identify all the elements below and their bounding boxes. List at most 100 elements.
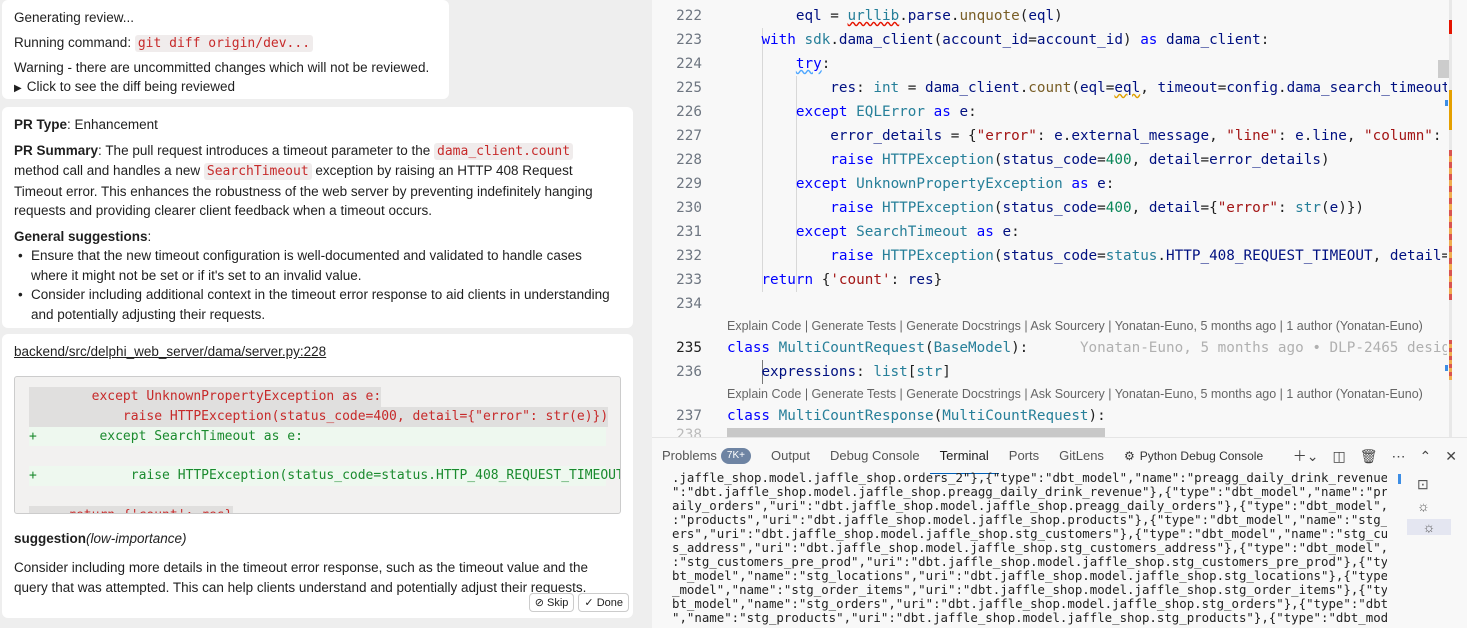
code-line: 234 [676,296,702,312]
code-line: 231 except SearchTimeout as e: [676,224,1020,240]
pr-summary-label: PR Summary [14,142,99,158]
bottom-panel: Problems 7K+ Output Debug Console Termina… [652,437,1467,628]
diff-toggle-label: Click to see the diff being reviewed [26,79,236,94]
tab-label: Ports [1008,448,1040,463]
code-line: 238 [676,428,702,437]
code-editor[interactable]: 222 eql = urllib.parse.unquote(eql) 223 … [652,0,1467,437]
diff-line: + raise HTTPException(status_code=status… [29,466,620,486]
pr-summary-card: PR Type: Enhancement PR Summary: The pul… [2,107,633,328]
skip-button[interactable]: ⊘ Skip [528,593,575,612]
code-line: 227 error_details = {"error": e.external… [676,128,1442,144]
ruler-marker [1449,20,1452,34]
warning-text: Warning - there are uncommitted changes … [14,60,430,75]
tab-label: GitLens [1059,448,1104,463]
pr-type-label: PR Type [14,117,68,132]
tab-label: Debug Console [830,448,920,463]
terminal-line: ","name":"stg_products","uri":"dbt.jaffl… [672,610,1387,625]
status-text: Generating review... [14,10,135,25]
tab-label: Output [771,448,811,463]
code-line: 229 except UnknownPropertyException as e… [676,176,1115,192]
terminal-scrollbar[interactable] [1398,474,1401,484]
suggestion-body: Consider including more details in the t… [14,560,589,595]
code-line: 222 eql = urllib.parse.unquote(eql) [676,8,1063,24]
trash-icon[interactable]: 🗑 [1360,448,1378,465]
bug-icon: ⚙ [1123,449,1135,463]
tab-label: Terminal [939,447,989,463]
diff-line: raise HTTPException(status_code=400, det… [29,406,609,427]
codelens[interactable]: Explain Code | Generate Tests | Generate… [727,316,1423,336]
review-pane: Generating review... Running command: gi… [0,0,652,628]
terminal-line: bt_model","name":"stg_orders","uri":"dbt… [672,596,1387,611]
ruler-marker [1445,365,1448,371]
blame-annotation: Yonatan-Euno, 5 months ago • DLP-2465 de… [1079,340,1447,356]
code-line: 235 class MultiCountRequest(BaseModel): Y… [652,336,1447,360]
terminal-icon[interactable]: ⊡ [1417,476,1429,493]
done-button[interactable]: ✓ Done [578,593,629,612]
terminal-line: ":"dbt.jaffle_shop.model.jaffle_shop.pre… [672,484,1387,499]
code-line: 225 res: int = dama_client.count(eql=eql… [676,80,1447,96]
terminal-line: .jaffle_shop.model.jaffle_shop.orders_2"… [672,471,1387,485]
debug-select-label: Python Debug Console [1139,449,1264,463]
ruler-marker [1445,100,1448,106]
skip-icon: ⊘ [534,597,544,609]
tab-ports[interactable]: Ports [999,438,1049,474]
tab-terminal[interactable]: Terminal [929,438,999,474]
summary-code-2: SearchTimeout [203,163,312,180]
list-item: Consider including additional context in… [18,285,621,324]
tab-gitlens[interactable]: GitLens [1049,438,1114,474]
diff-code-block: except UnknownPropertyException as e: ra… [14,376,621,514]
tab-problems[interactable]: Problems 7K+ [652,438,761,474]
diff-line: return {'count': res} [29,505,233,513]
pr-summary: PR Summary: The pull request introduces … [14,142,593,218]
chevron-up-icon[interactable]: ⌃ [1420,448,1432,465]
tab-label: Problems [662,448,717,463]
running-command: Running command: git diff origin/dev... [14,30,437,55]
close-icon[interactable]: ✕ [1445,448,1457,465]
code-line: 226 except EQLError as e: [676,104,977,120]
suggestion-label: suggestion [14,531,87,546]
tab-debug-console[interactable]: Debug Console [820,438,930,474]
check-icon: ✓ [584,597,594,609]
code-line: 223 with sdk.dama_client(account_id=acco… [676,32,1270,48]
add-terminal-icon[interactable]: ＋⌄ [1293,446,1319,466]
disclosure-triangle-icon: ▶ [14,83,22,94]
code-line: 228 raise HTTPException(status_code=400,… [676,152,1330,168]
ruler-marker [1449,90,1452,130]
pr-type: PR Type: Enhancement [14,117,158,132]
terminal-line: :"products","uri":"dbt.jaffle_shop.model… [672,512,1387,527]
pr-type-value: Enhancement [74,117,158,132]
skip-label: Skip [547,597,569,609]
code-line: 233 return {'count': res} [676,272,943,288]
debug-icon[interactable]: ☼ [1417,498,1430,514]
running-label: Running command: [14,35,132,50]
code-line: 232 raise HTTPException(status_code=stat… [676,248,1447,264]
tab-output[interactable]: Output [761,438,820,474]
debug-console-select[interactable]: ⚙ Python Debug Console [1114,438,1273,474]
summary-code-1: dama_client.count [434,142,574,160]
code-line: 224 try: [676,56,831,72]
suggestion-importance: (low-importance) [86,531,187,546]
done-label: Done [596,597,623,609]
diff-line: except UnknownPropertyException as e: [29,387,382,407]
diff-toggle[interactable]: ▶ Click to see the diff being reviewed [14,80,437,96]
ruler-marker [1449,340,1452,380]
debug-icon[interactable]: ☼ [1407,519,1451,535]
terminal-line: aily_orders","uri":"dbt.jaffle_shop.mode… [672,498,1387,513]
code-line: 236 expressions: list[str] [676,364,951,380]
terminal-line: _model","name":"stg_order_items","uri":"… [672,582,1387,597]
code-line: 237 class MultiCountResponse(MultiCountRe… [676,408,1106,424]
command-code: git diff origin/dev... [134,35,314,52]
codelens[interactable]: Explain Code | Generate Tests | Generate… [727,384,1423,404]
more-icon[interactable]: ⋯ [1392,448,1406,465]
suggestion-title: suggestion(low-importance) [14,530,621,548]
general-label: General suggestions [14,228,148,244]
summary-text-1: The pull request introduces a timeout pa… [105,142,431,158]
suggestions-list: Ensure that the new timeout configuratio… [18,246,621,324]
terminal-line: s_address","uri":"dbt.jaffle_shop.model.… [672,540,1387,555]
review-comment-card: backend/src/delphi_web_server/dama/serve… [2,334,633,618]
file-link[interactable]: backend/src/delphi_web_server/dama/serve… [14,342,621,362]
terminal-output[interactable]: .jaffle_shop.model.jaffle_shop.orders_2"… [672,471,1387,628]
diff-line: + except SearchTimeout as e: [29,426,606,447]
split-terminal-icon[interactable]: ◫ [1333,448,1346,465]
problems-badge: 7K+ [720,448,751,464]
